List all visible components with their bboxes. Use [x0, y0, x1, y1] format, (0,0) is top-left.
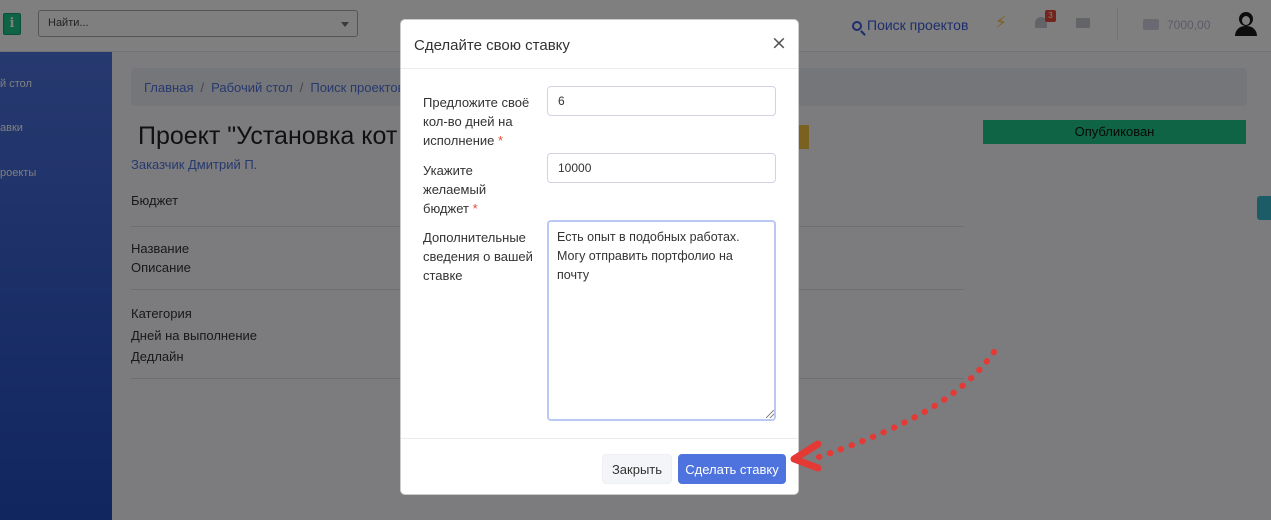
resize-handle-icon[interactable] [766, 410, 774, 418]
days-label: Предложите своё кол-во дней на исполнени… [423, 93, 533, 150]
close-button[interactable]: Закрыть [602, 454, 672, 484]
bid-modal: Сделайте свою ставку × Предложите своё к… [400, 19, 799, 495]
required-mark: * [498, 133, 504, 148]
modal-header: Сделайте свою ставку × [401, 20, 798, 69]
modal-title: Сделайте свою ставку [414, 37, 570, 54]
close-icon[interactable]: × [771, 33, 787, 53]
annotation-arrow-icon [790, 349, 997, 472]
required-mark: * [472, 201, 478, 216]
details-label: Дополнительные сведения о вашей ставке [423, 230, 533, 283]
days-input[interactable] [547, 86, 776, 116]
submit-bid-button[interactable]: Сделать ставку [678, 454, 786, 484]
budget-label: Укажите желаемый бюджет * [423, 161, 533, 218]
budget-input[interactable] [547, 153, 776, 183]
details-textarea[interactable]: Есть опыт в подобных работах. Могу отпра… [547, 220, 776, 421]
days-label-text: Предложите своё кол-во дней на исполнени… [423, 95, 530, 148]
modal-footer-divider [401, 438, 798, 439]
